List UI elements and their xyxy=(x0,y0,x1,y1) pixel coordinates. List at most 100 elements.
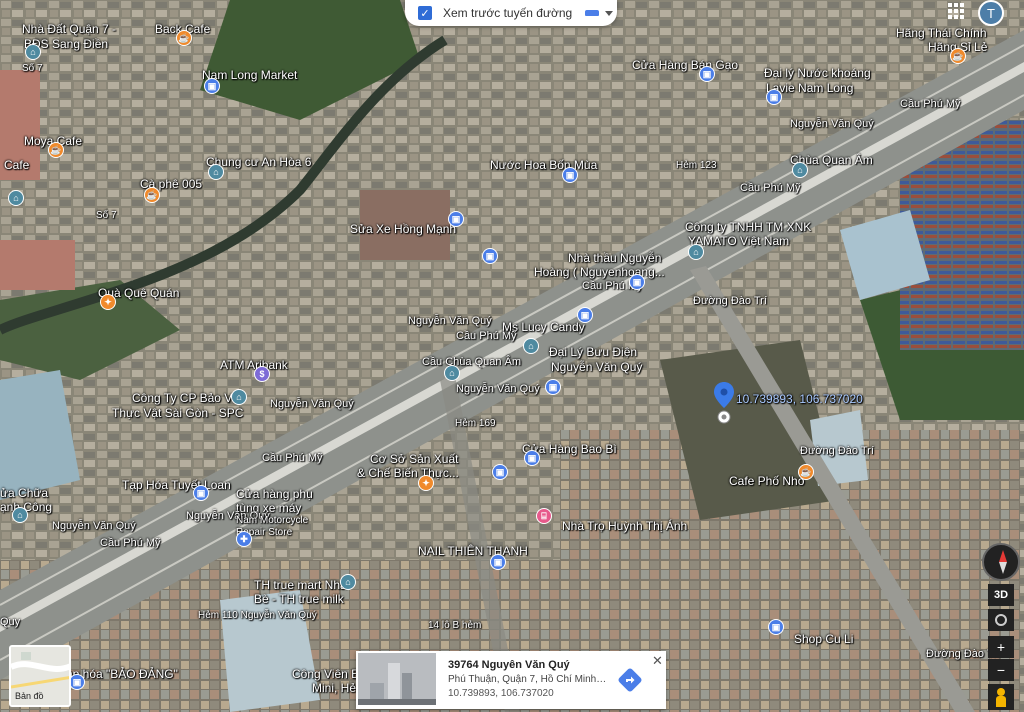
home-icon[interactable]: ⌂ xyxy=(12,507,28,523)
home-icon[interactable]: ⌂ xyxy=(8,190,24,206)
place-label[interactable]: Nguyễn Văn Quý xyxy=(551,360,642,374)
place-label[interactable]: YAMATO Việt Nam xyxy=(688,234,789,248)
place-label[interactable]: Mini, Hẻ xyxy=(312,681,356,695)
cafe-icon[interactable]: ☕ xyxy=(798,464,814,480)
directions-preview-label: Xem trước tuyến đường xyxy=(443,6,573,20)
cafe-icon[interactable]: ☕ xyxy=(950,48,966,64)
home-icon[interactable]: ⌂ xyxy=(231,389,247,405)
place-label[interactable]: TH true mart Nhà xyxy=(254,578,347,592)
restaurant-icon[interactable]: ✦ xyxy=(100,294,116,310)
place-label[interactable]: Cửa hàng phụ xyxy=(236,487,313,501)
place-label[interactable]: Đại lý Nước khoáng xyxy=(764,66,871,80)
coordinates-label[interactable]: 10.739893, 106.737020 xyxy=(736,392,863,406)
home-icon[interactable]: ⌂ xyxy=(792,162,808,178)
zoom-out-button[interactable]: − xyxy=(988,659,1014,681)
place-label[interactable]: Nhà thầu Nguyễn xyxy=(568,251,661,265)
compass-icon[interactable] xyxy=(982,543,1020,581)
place-label[interactable]: Cafe xyxy=(4,158,29,172)
road-label: Cầu Phú Mỹ xyxy=(740,182,801,194)
place-label[interactable]: Hẻm 110 Nguyễn Văn Quý xyxy=(198,610,317,621)
shop-icon[interactable]: ▣ xyxy=(492,464,508,480)
place-label[interactable]: Bè - TH true milk xyxy=(254,592,344,606)
place-label[interactable]: Công ty TNHH TM XNK xyxy=(685,220,811,234)
shop-icon[interactable]: ▣ xyxy=(193,485,209,501)
place-label[interactable]: Hẻm 123 xyxy=(676,160,717,171)
place-label[interactable]: Nam Motorcycle xyxy=(236,515,308,526)
shop-icon[interactable]: ▣ xyxy=(448,211,464,227)
home-icon[interactable]: ⌂ xyxy=(688,244,704,260)
road-label: Cầu Chùa Quan Âm xyxy=(422,356,522,368)
selected-location-pin[interactable] xyxy=(714,382,734,426)
place-label[interactable]: Thực Vật Sài Gòn - SPC xyxy=(112,406,243,420)
restaurant-icon[interactable]: ✦ xyxy=(418,475,434,491)
road-label: Cầu Phú Mỹ xyxy=(262,452,323,464)
place-label[interactable]: Nhà Trọ Huỳnh Thị Ánh xyxy=(562,519,687,533)
repair-icon[interactable]: ✚ xyxy=(236,531,252,547)
account-avatar[interactable]: T xyxy=(978,0,1004,26)
shop-icon[interactable]: ▣ xyxy=(562,167,578,183)
place-label[interactable]: Công Ty CP Bảo Vệ xyxy=(132,391,239,405)
shop-icon[interactable]: ▣ xyxy=(69,674,85,690)
road-label: Nguyễn Văn Quý xyxy=(52,520,136,532)
place-label[interactable]: Hãng Thái Chính xyxy=(896,26,987,40)
place-label[interactable]: Hoàng ( Nguyenhoang... xyxy=(534,265,665,279)
place-label[interactable]: ửa Chữa xyxy=(0,486,48,500)
shop-icon[interactable]: ▣ xyxy=(524,450,540,466)
chevron-down-icon[interactable] xyxy=(605,10,614,16)
home-icon[interactable]: ⌂ xyxy=(523,338,539,354)
cafe-icon[interactable]: ☕ xyxy=(48,142,64,158)
place-label[interactable]: NAIL THIÊN THANH xyxy=(418,544,528,558)
shop-icon[interactable]: ▣ xyxy=(490,554,506,570)
road-label: Nguyễn Văn Quý xyxy=(790,118,874,130)
atm-icon[interactable]: $ xyxy=(254,366,270,382)
place-label[interactable]: Công Viên E xyxy=(292,667,359,681)
place-label[interactable]: Nước Hoa Bốn Mùa xyxy=(490,158,597,172)
shop-icon[interactable]: ▣ xyxy=(204,78,220,94)
place-thumbnail[interactable] xyxy=(358,653,436,705)
apps-grid-icon[interactable] xyxy=(948,3,964,19)
shop-icon[interactable]: ▣ xyxy=(577,307,593,323)
place-label[interactable]: Số 7 xyxy=(22,63,43,74)
place-label[interactable]: Sửa Xe Hồng Mạnh xyxy=(350,222,456,236)
place-label[interactable]: Cơ Sở Sản Xuất xyxy=(370,452,458,466)
shop-icon[interactable]: ▣ xyxy=(766,89,782,105)
place-label[interactable]: Số 7 xyxy=(96,210,117,221)
place-label[interactable]: Shop Cu Li xyxy=(794,632,853,646)
road-label: Quy xyxy=(0,616,21,628)
shop-icon[interactable]: ▣ xyxy=(699,66,715,82)
shop-icon[interactable]: ▣ xyxy=(629,274,645,290)
shop-icon[interactable]: ▣ xyxy=(545,379,561,395)
map-type-toggle[interactable]: Bản đồ xyxy=(9,645,71,707)
place-label[interactable]: Cửa Hàng Bán Gạo xyxy=(632,58,738,72)
pegman-icon[interactable] xyxy=(988,684,1014,710)
home-icon[interactable]: ⌂ xyxy=(208,164,224,180)
place-label[interactable]: & Chế Biến Thực... xyxy=(357,466,459,480)
checkbox-checked-icon[interactable]: ✓ xyxy=(418,6,432,20)
place-label[interactable]: Tạp Hóa Tuyết Loan xyxy=(122,478,231,492)
road-label: Nguyễn Văn Quý xyxy=(456,383,540,395)
location-button[interactable] xyxy=(988,609,1014,631)
hotel-icon[interactable]: ⌸ xyxy=(536,508,552,524)
cafe-icon[interactable]: ☕ xyxy=(144,187,160,203)
zoom-in-button[interactable]: + xyxy=(988,636,1014,658)
home-icon[interactable]: ⌂ xyxy=(340,574,356,590)
road-label: Đường Đào Trí xyxy=(693,295,767,307)
home-icon[interactable]: ⌂ xyxy=(444,365,460,381)
close-icon[interactable]: ✕ xyxy=(652,653,663,669)
home-icon[interactable]: ⌂ xyxy=(25,44,41,60)
road-label: Cầu Phú Mỹ xyxy=(456,330,517,342)
directions-icon[interactable] xyxy=(618,668,642,692)
car-icon[interactable] xyxy=(584,8,600,18)
shop-icon[interactable]: ▣ xyxy=(768,619,784,635)
tilt-3d-button[interactable]: 3D xyxy=(988,584,1014,606)
place-card[interactable]: 39764 Nguyên Văn Quý Phú Thuận, Quận 7, … xyxy=(356,651,666,709)
place-label[interactable]: 14 lô B hẻm xyxy=(428,620,481,631)
place-label[interactable]: Đại Lý Bưu Điện xyxy=(549,345,637,359)
shop-icon[interactable]: ▣ xyxy=(482,248,498,264)
place-label[interactable]: Hẻm 169 xyxy=(455,418,496,429)
road-label: Cầu Phú Mỹ xyxy=(900,98,961,110)
place-label[interactable]: Nhà Đất Quận 7 - xyxy=(22,22,116,36)
directions-preview-toggle[interactable]: ✓ Xem trước tuyến đường xyxy=(405,0,617,26)
place-label[interactable]: Cafe Phố Nhỏ xyxy=(729,474,804,488)
cafe-icon[interactable]: ☕ xyxy=(176,30,192,46)
